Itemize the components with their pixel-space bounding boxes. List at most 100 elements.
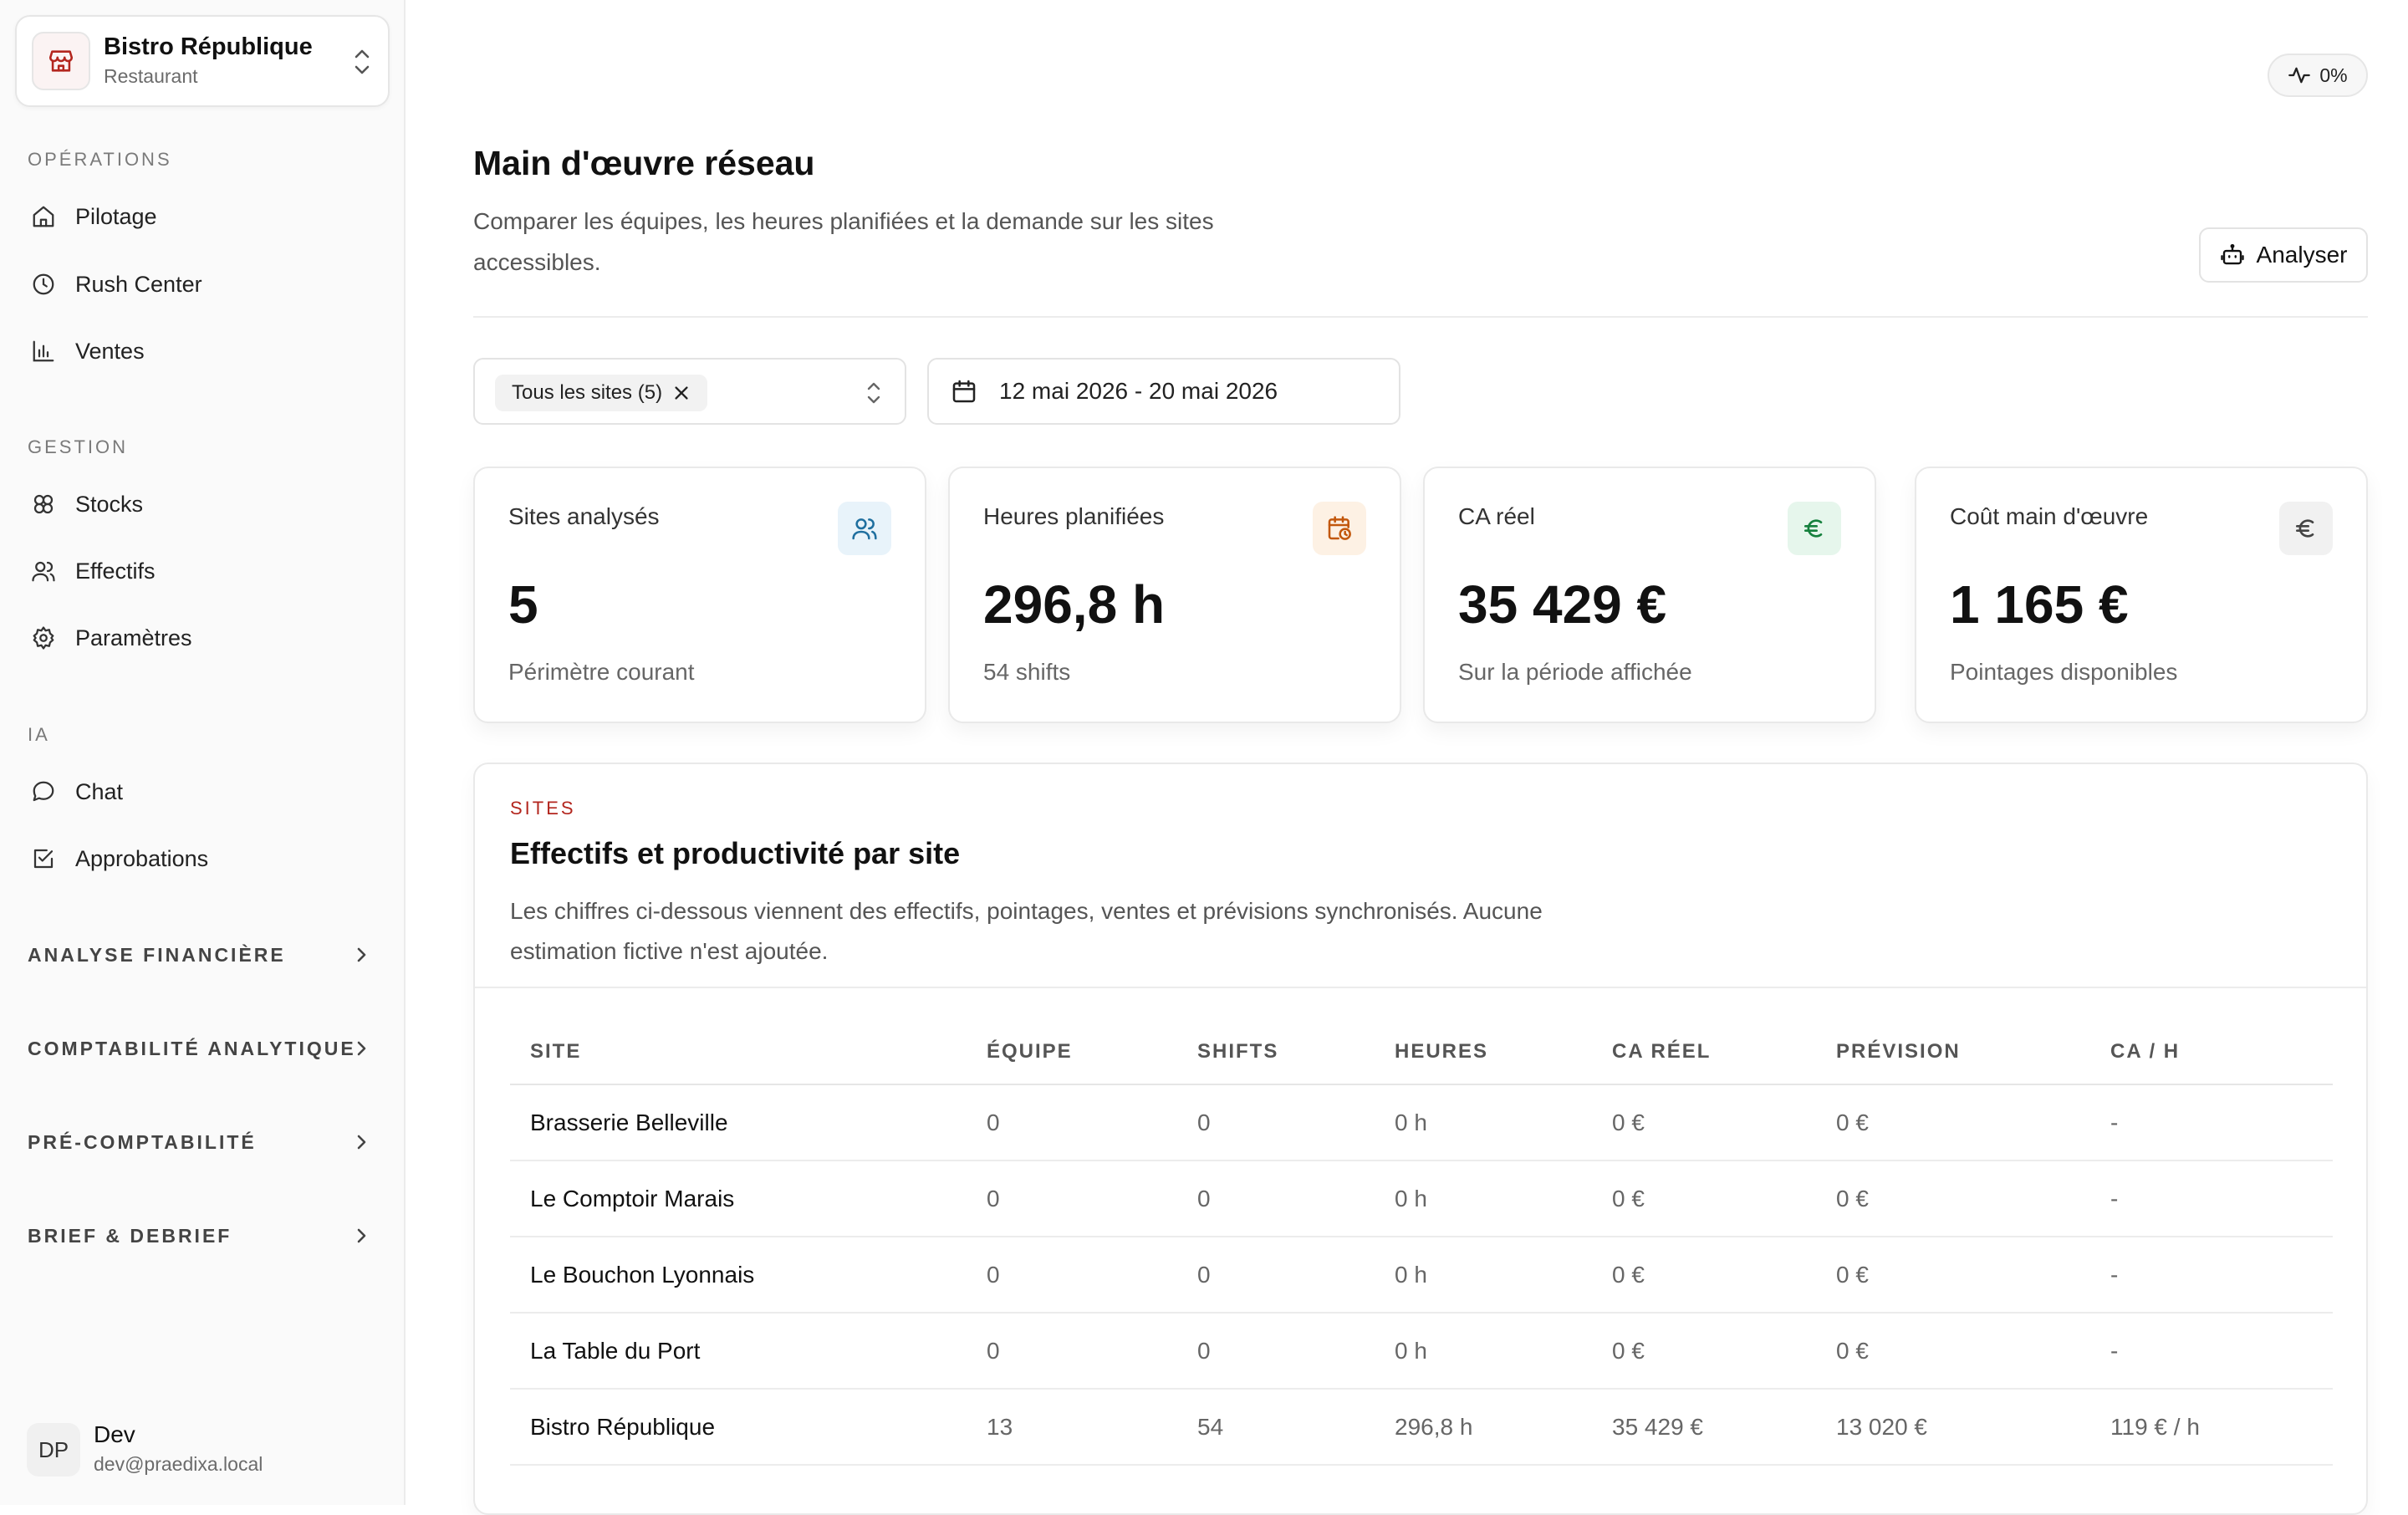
avatar: DP	[27, 1423, 80, 1477]
kpi-subtext: Pointages disponibles	[1950, 659, 2178, 685]
cell-ca-per-hour: -	[2090, 1237, 2333, 1314]
sidebar-item-approbations[interactable]: Approbations	[15, 831, 390, 886]
cell-shifts: 0	[1177, 1237, 1375, 1314]
sidebar-group-label: PRÉ-COMPTABILITÉ	[28, 1130, 257, 1153]
kpi-label: Sites analysés	[508, 503, 660, 529]
sites-description: Les chiffres ci-dessous viennent des eff…	[510, 898, 1543, 964]
section-label-ia: IA	[28, 724, 50, 745]
cell-ca-reel: 0 €	[1592, 1237, 1816, 1314]
sidebar-item-parametres[interactable]: Paramètres	[15, 610, 390, 666]
table-row[interactable]: La Table du Port 0 0 0 h 0 € 0 € -	[510, 1313, 2333, 1390]
cell-ca-reel: 0 €	[1592, 1084, 1816, 1161]
kpi-label: CA réel	[1458, 503, 1535, 529]
column-header-shifts[interactable]: SHIFTS	[1177, 1040, 1375, 1085]
cell-prevision: 0 €	[1816, 1160, 2090, 1237]
table-row[interactable]: Le Comptoir Marais 0 0 0 h 0 € 0 € -	[510, 1160, 2333, 1237]
chevron-right-icon	[353, 1132, 370, 1156]
kpi-card-cout-main-oeuvre: Coût main d'œuvre 1 165 € Pointages disp…	[1915, 467, 2368, 723]
cell-heures: 0 h	[1375, 1237, 1592, 1314]
sidebar-item-chat[interactable]: Chat	[15, 764, 390, 819]
kpi-label: Coût main d'œuvre	[1950, 503, 2149, 529]
close-icon[interactable]	[672, 384, 691, 402]
cell-prevision: 0 €	[1816, 1084, 2090, 1161]
kpi-subtext: 54 shifts	[983, 659, 1071, 685]
cell-equipe: 0	[967, 1084, 1177, 1161]
table-row[interactable]: Le Bouchon Lyonnais 0 0 0 h 0 € 0 € -	[510, 1237, 2333, 1314]
cell-shifts: 0	[1177, 1084, 1375, 1161]
home-icon	[28, 201, 59, 232]
analyse-button-label: Analyser	[2256, 242, 2348, 268]
site-filter-chip-label: Tous les sites (5)	[512, 381, 663, 404]
cell-heures: 296,8 h	[1375, 1389, 1592, 1466]
org-switcher[interactable]: Bistro République Restaurant	[15, 15, 390, 107]
org-name: Bistro République	[104, 33, 313, 60]
cell-equipe: 0	[967, 1313, 1177, 1390]
sidebar-item-label: Approbations	[75, 845, 209, 871]
user-name: Dev	[94, 1421, 135, 1447]
sidebar-item-effectifs[interactable]: Effectifs	[15, 543, 390, 599]
kpi-value: 296,8 h	[983, 574, 1166, 635]
date-range-picker[interactable]: 12 mai 2026 - 20 mai 2026	[927, 358, 1400, 425]
cell-equipe: 0	[967, 1160, 1177, 1237]
user-menu[interactable]: DP Dev dev@praedixa.local	[15, 1413, 390, 1487]
checkbox-icon	[28, 844, 59, 874]
sidebar-group-label: BRIEF & DEBRIEF	[28, 1224, 232, 1247]
robot-icon	[2220, 242, 2245, 268]
cell-prevision: 0 €	[1816, 1237, 2090, 1314]
kpi-card-ca-reel: CA réel 35 429 € Sur la période affichée	[1423, 467, 1876, 723]
cell-site: Brasserie Belleville	[510, 1084, 967, 1161]
activity-icon	[2288, 64, 2311, 87]
cell-ca-per-hour: -	[2090, 1084, 2333, 1161]
header-divider	[473, 316, 2368, 318]
sites-panel: SITES Effectifs et productivité par site…	[473, 763, 2368, 1515]
cell-site: Bistro République	[510, 1389, 967, 1466]
table-row[interactable]: Bistro République 13 54 296,8 h 35 429 €…	[510, 1389, 2333, 1466]
sidebar-item-ventes[interactable]: Ventes	[15, 324, 390, 379]
clock-icon	[28, 269, 59, 299]
sidebar-item-pilotage[interactable]: Pilotage	[15, 189, 390, 244]
cell-shifts: 54	[1177, 1389, 1375, 1466]
cell-ca-per-hour: -	[2090, 1160, 2333, 1237]
section-label-operations: OPÉRATIONS	[28, 149, 172, 170]
kpi-card-sites: Sites analysés 5 Périmètre courant	[473, 467, 926, 723]
sidebar-item-rush-center[interactable]: Rush Center	[15, 257, 390, 312]
sidebar: Bistro République Restaurant OPÉRATIONS …	[0, 0, 406, 1505]
sidebar-item-label: Chat	[75, 778, 124, 804]
sidebar-group-analyse-financiere[interactable]: ANALYSE FINANCIÈRE	[15, 930, 390, 980]
sidebar-group-brief-debrief[interactable]: BRIEF & DEBRIEF	[15, 1211, 390, 1261]
activity-value: 0%	[2319, 64, 2348, 86]
kpi-value: 35 429 €	[1458, 574, 1667, 635]
sites-divider	[475, 987, 2366, 988]
cell-site: La Table du Port	[510, 1313, 967, 1390]
cell-ca-reel: 0 €	[1592, 1160, 1816, 1237]
column-header-site[interactable]: SITE	[510, 1040, 967, 1085]
euro-icon	[2279, 502, 2333, 555]
sites-title: Effectifs et productivité par site	[510, 836, 961, 870]
bar-chart-icon	[28, 336, 59, 366]
column-header-ca-per-hour[interactable]: CA / H	[2090, 1040, 2333, 1085]
sidebar-item-label: Paramètres	[75, 625, 192, 650]
column-header-prevision[interactable]: PRÉVISION	[1816, 1040, 2090, 1085]
chevron-right-icon	[353, 945, 370, 969]
cell-site: Le Bouchon Lyonnais	[510, 1237, 967, 1314]
column-header-heures[interactable]: HEURES	[1375, 1040, 1592, 1085]
activity-badge[interactable]: 0%	[2268, 54, 2368, 97]
kpi-card-heures: Heures planifiées 296,8 h 54 shifts	[948, 467, 1401, 723]
org-type: Restaurant	[104, 65, 198, 87]
sites-table: SITE ÉQUIPE SHIFTS HEURES CA RÉEL PRÉVIS…	[510, 1040, 2333, 1466]
chevron-right-icon	[353, 1038, 370, 1063]
column-header-equipe[interactable]: ÉQUIPE	[967, 1040, 1177, 1085]
sidebar-group-label: ANALYSE FINANCIÈRE	[28, 943, 286, 966]
kpi-subtext: Périmètre courant	[508, 659, 695, 685]
analyse-button[interactable]: Analyser	[2199, 227, 2368, 283]
sidebar-item-stocks[interactable]: Stocks	[15, 477, 390, 532]
euro-icon	[1788, 502, 1841, 555]
chevrons-up-down-icon	[351, 45, 373, 83]
sidebar-group-pre-comptabilite[interactable]: PRÉ-COMPTABILITÉ	[15, 1117, 390, 1167]
boxes-icon	[28, 489, 59, 519]
table-row[interactable]: Brasserie Belleville 0 0 0 h 0 € 0 € -	[510, 1084, 2333, 1161]
site-multiselect[interactable]: Tous les sites (5)	[473, 358, 906, 425]
chat-icon	[28, 777, 59, 807]
column-header-ca-reel[interactable]: CA RÉEL	[1592, 1040, 1816, 1085]
sidebar-group-comptabilite-analytique[interactable]: COMPTABILITÉ ANALYTIQUE	[15, 1023, 390, 1074]
